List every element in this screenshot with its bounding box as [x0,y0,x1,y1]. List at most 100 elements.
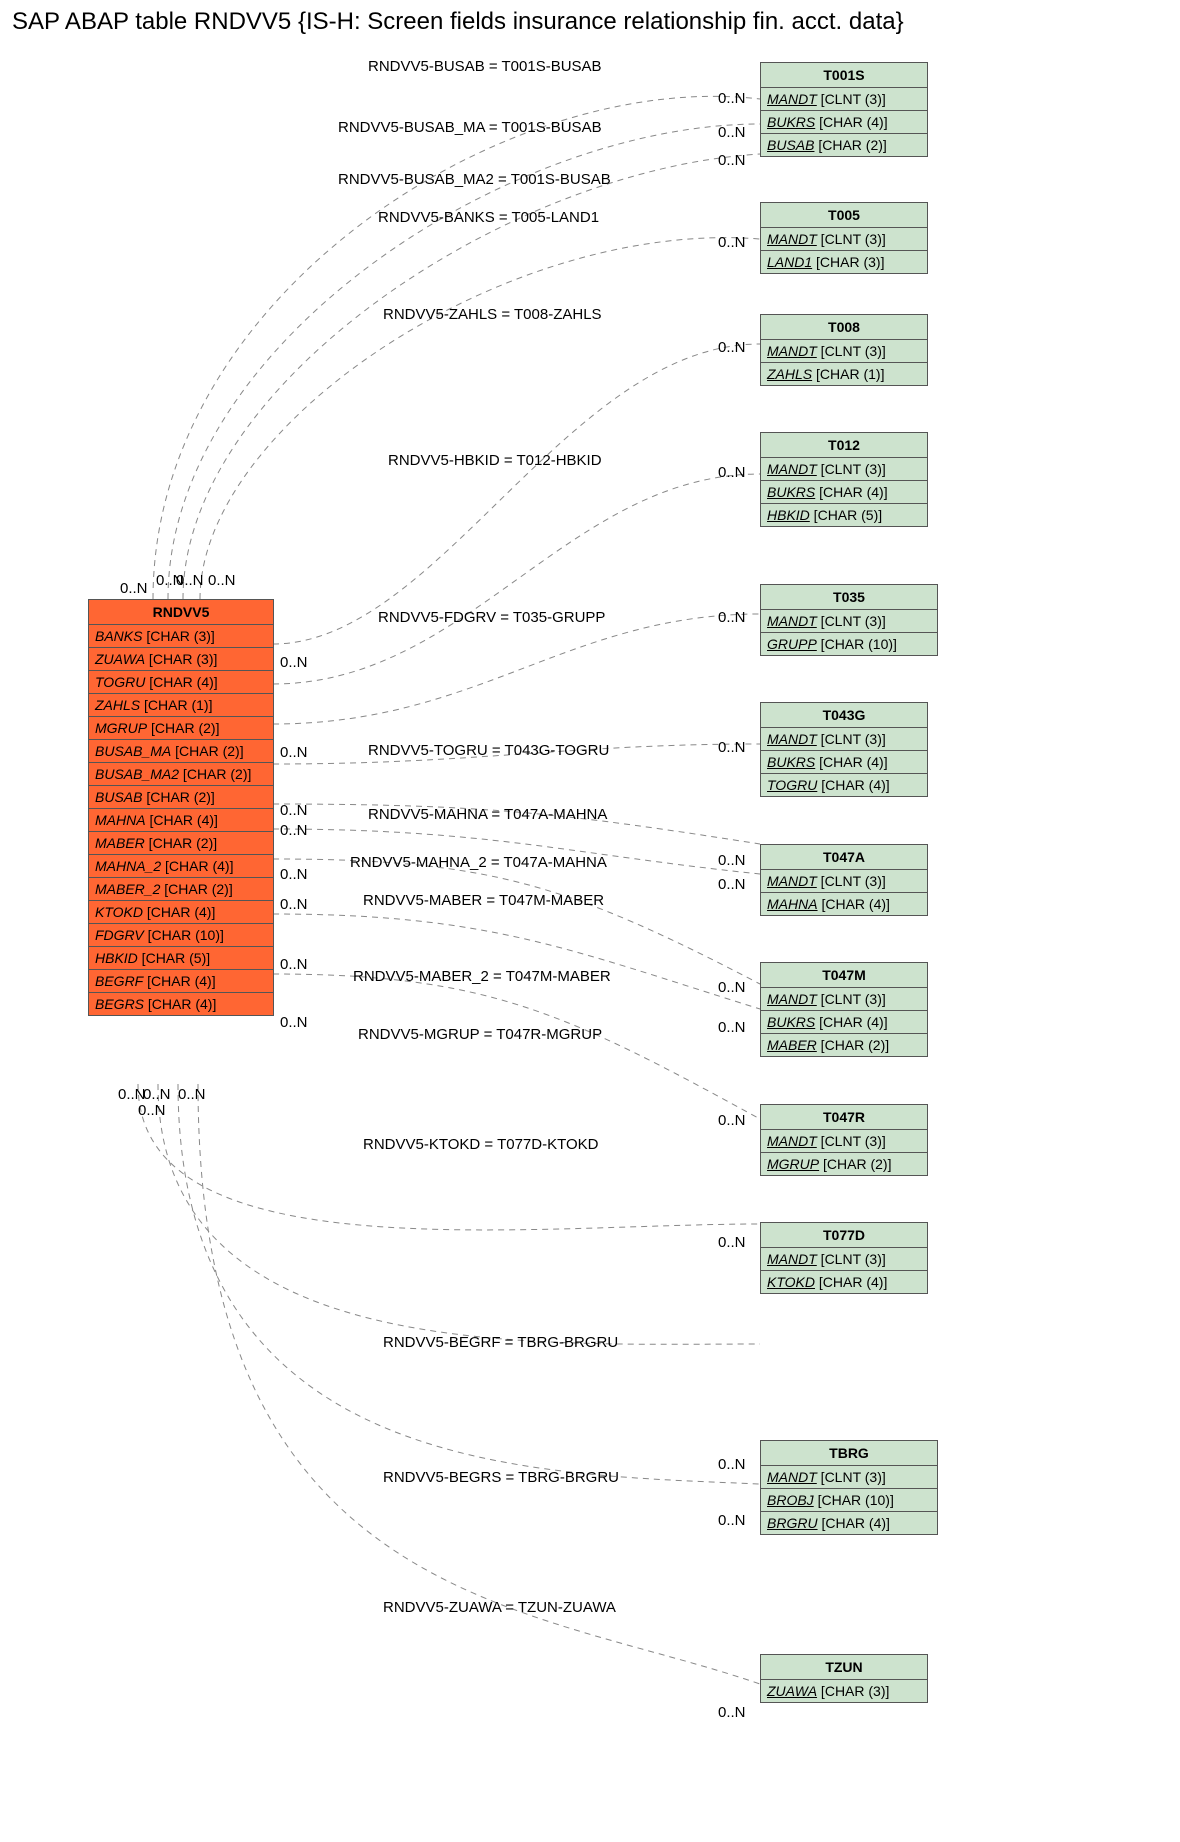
entity-t047a: T047A MANDT [CLNT (3)] MAHNA [CHAR (4)] [760,844,928,916]
entity-t047m: T047M MANDT [CLNT (3)] BUKRS [CHAR (4)] … [760,962,928,1057]
field-name: BANKS [95,628,142,644]
cardinality: 0..N [718,234,746,251]
edge-label: RNDVV5-BUSAB_MA = T001S-BUSAB [338,119,602,136]
field-type: CHAR (1) [820,366,881,382]
entity-header: TZUN [761,1655,927,1680]
cardinality: 0..N [208,572,236,589]
field-name: MANDT [767,991,817,1007]
entity-header: T035 [761,585,937,610]
entity-t012: T012 MANDT [CLNT (3)] BUKRS [CHAR (4)] H… [760,432,928,527]
field-name: BUSAB [95,789,142,805]
cardinality: 0..N [280,654,308,671]
edge-label: RNDVV5-BANKS = T005-LAND1 [378,209,599,226]
entity-header: T043G [761,703,927,728]
edge-label: RNDVV5-TOGRU = T043G-TOGRU [368,742,609,759]
cardinality: 0..N [718,124,746,141]
field-name: MGRUP [95,720,147,736]
field-type: CHAR (4) [823,1274,884,1290]
entity-t008: T008 MANDT [CLNT (3)] ZAHLS [CHAR (1)] [760,314,928,386]
field-type: CHAR (4) [823,484,884,500]
field-type: CHAR (3) [825,1683,886,1699]
field-name: MANDT [767,1133,817,1149]
field-type: CLNT (3) [825,613,882,629]
entity-header: T047R [761,1105,927,1130]
edge-label: RNDVV5-MAHNA_2 = T047A-MAHNA [350,854,607,871]
field-name: BEGRF [95,973,143,989]
entity-header: TBRG [761,1441,937,1466]
field-name: BUKRS [767,484,815,500]
field-type: CHAR (2) [825,1037,886,1053]
edge-label: RNDVV5-FDGRV = T035-GRUPP [378,609,605,626]
field-type: CLNT (3) [825,1251,882,1267]
field-name: MANDT [767,1251,817,1267]
cardinality: 0..N [280,956,308,973]
edge-label: RNDVV5-KTOKD = T077D-KTOKD [363,1136,599,1153]
field-type: CHAR (3) [153,651,214,667]
entity-t001s: T001S MANDT [CLNT (3)] BUKRS [CHAR (4)] … [760,62,928,157]
field-type: CHAR (5) [146,950,207,966]
cardinality: 0..N [120,580,148,597]
field-type: CHAR (2) [168,881,229,897]
cardinality: 0..N [280,822,308,839]
field-type: CHAR (4) [153,812,214,828]
field-name: LAND1 [767,254,812,270]
field-type: CHAR (3) [150,628,211,644]
field-type: CHAR (4) [169,858,230,874]
field-type: CHAR (4) [151,973,212,989]
entity-t035: T035 MANDT [CLNT (3)] GRUPP [CHAR (10)] [760,584,938,656]
field-type: CHAR (10) [152,927,220,943]
entity-header: RNDVV5 [89,600,273,625]
edge-label: RNDVV5-BEGRS = TBRG-BRGRU [383,1469,619,1486]
field-name: MAHNA [767,896,818,912]
field-name: MABER_2 [95,881,160,897]
cardinality: 0..N [718,609,746,626]
entity-t005: T005 MANDT [CLNT (3)] LAND1 [CHAR (3)] [760,202,928,274]
cardinality: 0..N [718,90,746,107]
field-name: BUKRS [767,754,815,770]
field-type: CLNT (3) [825,461,882,477]
field-type: CHAR (1) [148,697,209,713]
field-type: CLNT (3) [825,231,882,247]
entity-header: T005 [761,203,927,228]
cardinality: 0..N [280,1014,308,1031]
field-name: MGRUP [767,1156,819,1172]
field-name: KTOKD [95,904,143,920]
field-name: HBKID [767,507,810,523]
field-type: CLNT (3) [825,343,882,359]
edge-label: RNDVV5-MABER = T047M-MABER [363,892,604,909]
cardinality: 0..N [718,979,746,996]
cardinality: 0..N [176,572,204,589]
field-type: CHAR (2) [187,766,248,782]
field-name: BUKRS [767,114,815,130]
field-name: BROBJ [767,1492,814,1508]
cardinality: 0..N [718,852,746,869]
field-type: CHAR (2) [179,743,240,759]
field-name: MABER [767,1037,817,1053]
field-name: MANDT [767,613,817,629]
cardinality: 0..N [280,744,308,761]
cardinality: 0..N [718,1704,746,1721]
field-name: KTOKD [767,1274,815,1290]
entity-t077d: T077D MANDT [CLNT (3)] KTOKD [CHAR (4)] [760,1222,928,1294]
cardinality: 0..N [718,152,746,169]
field-name: ZAHLS [767,366,812,382]
cardinality: 0..N [718,339,746,356]
edge-label: RNDVV5-HBKID = T012-HBKID [388,452,602,469]
field-name: BUSAB [767,137,814,153]
entity-header: T001S [761,63,927,88]
field-type: CHAR (4) [151,904,212,920]
cardinality: 0..N [138,1102,166,1119]
field-name: MAHNA [95,812,146,828]
edge-label: RNDVV5-BUSAB = T001S-BUSAB [368,58,602,75]
field-type: CHAR (5) [818,507,879,523]
field-name: ZAHLS [95,697,140,713]
cardinality: 0..N [718,1019,746,1036]
field-name: ZUAWA [95,651,145,667]
edge-label: RNDVV5-ZUAWA = TZUN-ZUAWA [383,1599,616,1616]
field-name: BUSAB_MA [95,743,171,759]
field-name: HBKID [95,950,138,966]
field-name: BUKRS [767,1014,815,1030]
edge-label: RNDVV5-MAHNA = T047A-MAHNA [368,806,607,823]
cardinality: 0..N [718,739,746,756]
cardinality: 0..N [718,1234,746,1251]
